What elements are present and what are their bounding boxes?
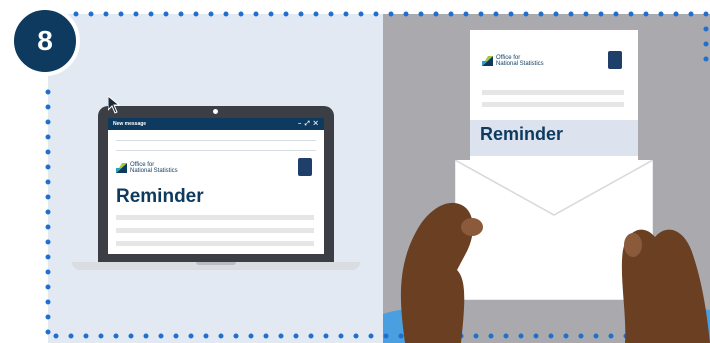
- crest-icon: [608, 51, 622, 69]
- step-number-badge: 8: [10, 6, 80, 76]
- letter-heading: Reminder: [480, 124, 564, 144]
- laptop: New message – ⤢ ✕ Office for National St…: [98, 106, 334, 262]
- text-placeholder-line: [482, 90, 624, 95]
- laptop-camera: [213, 109, 218, 114]
- letter-ons-logo: Office for National Statistics: [482, 55, 544, 67]
- ons-logo-icon: [482, 56, 493, 66]
- text-placeholder-line: [116, 228, 314, 233]
- email-to-line: [116, 140, 316, 141]
- email-title-bar: New message – ⤢ ✕: [108, 118, 324, 130]
- text-placeholder-line: [482, 102, 624, 107]
- right-hand-illustration: [621, 229, 710, 343]
- email-heading: Reminder: [116, 186, 204, 207]
- letter-logo-line2: National Statistics: [496, 61, 544, 67]
- left-hand-illustration: [400, 202, 483, 343]
- text-placeholder-line: [116, 241, 314, 246]
- laptop-notch: [196, 262, 236, 265]
- ons-logo: Office for National Statistics: [116, 162, 178, 174]
- cursor-arrow-icon: [108, 96, 121, 114]
- email-window: New message – ⤢ ✕ Office for National St…: [108, 118, 324, 254]
- email-subject-line: [116, 150, 316, 151]
- window-controls[interactable]: – ⤢ ✕: [298, 121, 319, 128]
- ons-logo-icon: [116, 163, 127, 173]
- email-window-title: New message: [113, 121, 147, 127]
- ons-logo-line2: National Statistics: [130, 168, 178, 174]
- crest-icon: [298, 158, 312, 176]
- text-placeholder-line: [116, 215, 314, 220]
